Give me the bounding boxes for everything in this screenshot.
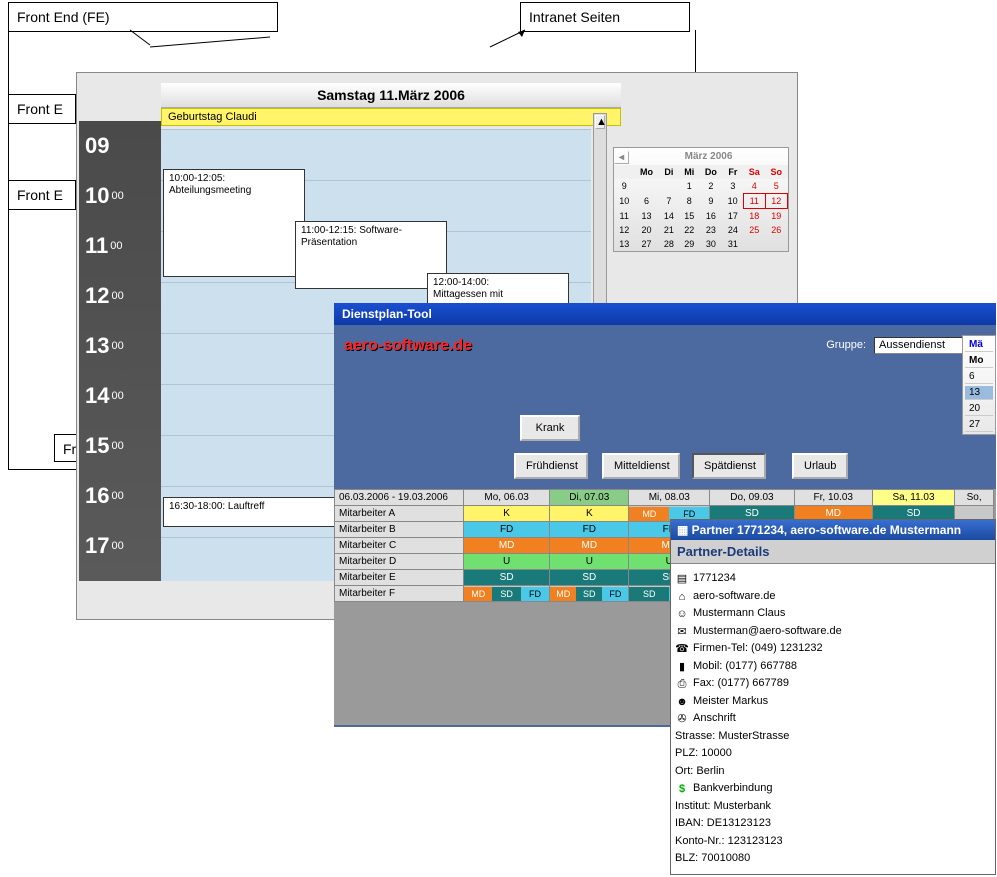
employee-name[interactable]: Mitarbeiter C <box>335 538 464 554</box>
partner-window: ▦ Partner 1771234, aero-software.de Must… <box>670 519 996 875</box>
shift-cell-multi[interactable]: MDSDFD <box>464 586 550 602</box>
address-street: Strasse: MusterStrasse <box>675 728 789 745</box>
diagram-box-intranet: Intranet Seiten <box>520 2 690 32</box>
calendar-header-area: Samstag 11.März 2006 Geburtstag Claudi <box>161 83 621 126</box>
shift-cell[interactable]: SD <box>550 570 629 586</box>
col-header[interactable]: Mo, 06.03 <box>464 490 550 506</box>
partner-tel: Firmen-Tel: (049) 1231232 <box>693 640 823 657</box>
person2-icon: ☻ <box>675 694 689 708</box>
bank-blz: BLZ: 70010080 <box>675 850 750 867</box>
partner-mail: Musterman@aero-software.de <box>693 623 842 640</box>
appointment-1[interactable]: 10:00-12:05: Abteilungsmeeting <box>163 169 305 277</box>
time-17: 1700 <box>79 521 161 571</box>
group-label: Gruppe: <box>826 339 866 351</box>
col-header[interactable]: Sa, 11.03 <box>872 490 954 506</box>
shift-cell[interactable]: MD <box>464 538 550 554</box>
window-icon: ▦ <box>677 523 692 537</box>
logo-text: aero-software.de <box>344 337 472 355</box>
time-14: 1400 <box>79 371 161 421</box>
address-ort: Ort: Berlin <box>675 763 725 780</box>
address-icon: ✇ <box>675 711 689 725</box>
employee-name[interactable]: Mitarbeiter F <box>335 586 464 602</box>
employee-name[interactable]: Mitarbeiter B <box>335 522 464 538</box>
btn-urlaub[interactable]: Urlaub <box>792 453 848 479</box>
appointment-2[interactable]: 11:00-12:15: Software- Präsentation <box>295 221 447 289</box>
address-plz: PLZ: 10000 <box>675 745 732 762</box>
calendar-title: Samstag 11.März 2006 <box>161 83 621 108</box>
person-icon: ☺ <box>675 606 689 620</box>
btn-fruehdienst[interactable]: Frühdienst <box>514 453 588 479</box>
home-icon: ⌂ <box>675 589 689 603</box>
bank-iban: IBAN: DE13123123 <box>675 815 771 832</box>
phone-icon: ☎ <box>675 641 689 655</box>
employee-name[interactable]: Mitarbeiter E <box>335 570 464 586</box>
partner-fax: Fax: (0177) 667789 <box>693 675 789 692</box>
partner-mobile: Mobil: (0177) 667788 <box>693 658 797 675</box>
shift-cell[interactable]: U <box>550 554 629 570</box>
col-header[interactable]: Di, 07.03 <box>550 490 629 506</box>
shift-cell[interactable]: MD <box>550 538 629 554</box>
mobile-icon: ▮ <box>675 659 689 673</box>
partner-id: 1771234 <box>693 570 736 587</box>
time-16: 1600 <box>79 471 161 521</box>
partner-name: Mustermann Claus <box>693 605 785 622</box>
dp-side-cal: Mä Mo 6132027 <box>962 335 996 435</box>
prev-month-icon[interactable]: ◂ <box>614 151 629 164</box>
btn-spaetdienst[interactable]: Spätdienst <box>692 453 766 479</box>
mail-icon: ✉ <box>675 624 689 638</box>
shift-cell[interactable]: SD <box>464 570 550 586</box>
range-cell: 06.03.2006 - 19.03.2006 <box>335 490 464 506</box>
btn-krank[interactable]: Krank <box>520 415 580 441</box>
dollar-icon: $ <box>675 781 689 795</box>
col-header[interactable]: Do, 09.03 <box>710 490 794 506</box>
time-12: 1200 <box>79 271 161 321</box>
btn-mitteldienst[interactable]: Mitteldienst <box>602 453 680 479</box>
dienstplan-title: Dienstplan-Tool <box>334 303 996 325</box>
bank-inst: Institut: Musterbank <box>675 798 771 815</box>
mini-cal-title: März 2006 <box>685 151 733 162</box>
bank-konto: Konto-Nr.: 123123123 <box>675 833 783 850</box>
shift-cell[interactable]: K <box>464 506 550 522</box>
col-header[interactable]: Fr, 10.03 <box>794 490 872 506</box>
address-label: Anschrift <box>693 710 736 727</box>
shift-cell[interactable]: FD <box>550 522 629 538</box>
fax-icon: ⎙ <box>675 676 689 690</box>
partner-subtitle: Partner-Details <box>671 540 995 564</box>
mini-cal-grid[interactable]: MoDiMiDoFrSaSo 912345 106789101112 11131… <box>614 165 788 251</box>
shift-cell[interactable]: U <box>464 554 550 570</box>
partner-tree[interactable]: ▤ 1771234 ⌂ aero-software.de ☺ Mustermann C… <box>671 564 995 874</box>
allday-event[interactable]: Geburtstag Claudi <box>161 108 621 126</box>
time-09: 09 <box>79 121 161 171</box>
shift-cell[interactable]: FD <box>464 522 550 538</box>
partner-title: ▦ Partner 1771234, aero-software.de Must… <box>671 520 995 540</box>
partner-manager: Meister Markus <box>693 693 768 710</box>
shift-cell[interactable]: K <box>550 506 629 522</box>
col-header[interactable]: Mi, 08.03 <box>629 490 710 506</box>
mini-calendar[interactable]: ◂ März 2006 MoDiMiDoFrSaSo 912345 1067891… <box>613 147 789 252</box>
col-header[interactable]: So, <box>955 490 994 506</box>
time-15: 1500 <box>79 421 161 471</box>
employee-name[interactable]: Mitarbeiter D <box>335 554 464 570</box>
card-icon: ▤ <box>675 571 689 585</box>
time-column: 09 1000 1100 1200 1300 1400 1500 1600 17… <box>79 121 161 581</box>
time-10: 1000 <box>79 171 161 221</box>
bank-label: Bankverbindung <box>693 780 773 797</box>
partner-site: aero-software.de <box>693 588 776 605</box>
time-11: 1100 <box>79 221 161 271</box>
time-13: 1300 <box>79 321 161 371</box>
shift-cell-multi[interactable]: MDSDFD <box>550 586 629 602</box>
appointment-4[interactable]: 16:30-18:00: Lauftreff <box>163 497 355 527</box>
employee-name[interactable]: Mitarbeiter A <box>335 506 464 522</box>
